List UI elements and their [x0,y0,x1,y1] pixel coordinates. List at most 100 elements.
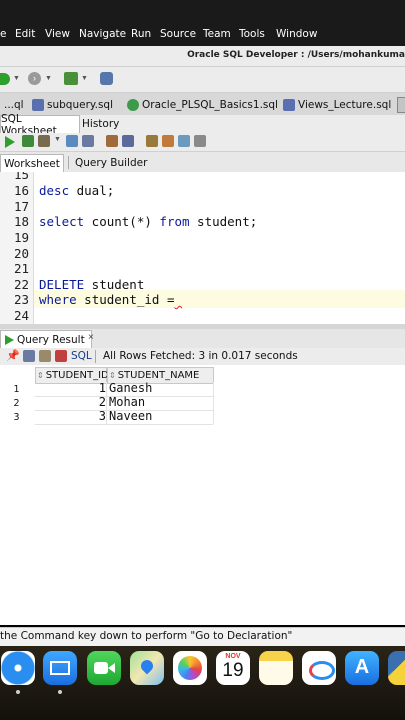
notes-icon[interactable] [259,651,293,685]
row-number: 2 [13,398,20,409]
app-store-a-icon: A [354,656,370,678]
calendar-icon[interactable]: NOV 19 [216,651,250,685]
sql-editor[interactable]: 15 16 17 18 19 20 21 22 23 24 desc dual;… [0,172,405,324]
row-number: 1 [13,384,20,395]
run-statement-icon[interactable] [5,136,15,148]
dropdown-arrow-icon[interactable]: ▼ [13,75,20,82]
tab-history[interactable]: History [82,115,119,132]
status-message: the Command key down to perform "Go to D… [0,630,293,642]
pin-icon[interactable]: 📌 [6,349,20,362]
freeform-icon[interactable] [302,651,336,685]
dropdown-arrow-icon[interactable]: ▼ [45,75,52,82]
run-script-icon[interactable] [22,135,34,147]
menu-window[interactable]: Window [276,28,317,40]
code-text: student_id = [76,292,175,307]
dock-running-indicator [16,690,20,694]
file-tab-subquery[interactable]: subquery.sql [32,96,113,114]
tab-sql-worksheet[interactable]: SQL Worksheet [0,113,80,137]
maps-icon[interactable] [130,651,164,685]
file-tab-overflow-icon[interactable] [397,97,405,113]
dock-running-indicator [58,690,62,694]
toolbar-separator [95,350,96,363]
menu-edit[interactable]: Edit [15,28,35,40]
tab-query-builder[interactable]: Query Builder [68,154,147,171]
sql-keyword: desc [39,183,70,198]
code-text: count(*) [84,214,160,229]
format-icon[interactable] [194,135,206,147]
explain-plan-icon[interactable] [66,135,78,147]
print-icon[interactable] [23,350,35,362]
tab-worksheet[interactable]: Worksheet [0,154,64,172]
tab-label: History [82,117,120,130]
sql-tuning-icon[interactable] [82,135,94,147]
back-navigation-icon[interactable]: › [28,72,41,85]
sql-history-icon[interactable] [178,135,190,147]
menu-view[interactable]: View [45,28,70,40]
menu-navigate[interactable]: Navigate [79,28,126,40]
cell-student-name[interactable]: Mohan [109,395,145,409]
code-line-22[interactable]: DELETE student [39,277,144,292]
location-arrow-icon [138,657,156,675]
facetime-icon[interactable] [87,651,121,685]
close-tab-icon[interactable]: × [88,332,94,343]
line-number: 16 [13,183,29,198]
sql-file-icon [127,99,139,111]
code-line-18[interactable]: select count(*) from student; [39,214,257,229]
export-icon[interactable] [39,350,51,362]
line-number: 23 [13,292,29,307]
tab-query-result[interactable]: Query Result [0,330,92,348]
code-text: dual; [69,183,115,198]
mail-icon[interactable] [43,651,77,685]
new-icon[interactable] [0,73,10,85]
menu-source[interactable]: Source [160,28,196,40]
file-tab-label: subquery.sql [47,99,113,111]
safari-icon[interactable] [1,651,35,685]
flower-icon [178,656,202,680]
calendar-month: NOV [225,653,241,660]
menu-item-cut[interactable]: e [0,28,6,40]
debug-icon[interactable] [100,72,113,85]
file-tab-label: Views_Lecture.sql [298,99,392,111]
window-title: Oracle SQL Developer : /Users/mohankuma [187,50,405,60]
tab-label: Worksheet [4,157,60,170]
autotrace-icon[interactable] [38,135,50,147]
python-icon[interactable] [388,651,405,685]
cell-student-name[interactable]: Naveen [109,409,152,423]
menu-tools[interactable]: Tools [239,28,265,40]
commit-icon[interactable] [106,135,118,147]
cell-student-id[interactable]: 1 [99,381,106,395]
sql-keyword: DELETE [39,277,85,292]
cell-student-id[interactable]: 3 [99,409,106,423]
line-number: 20 [13,246,29,261]
unshared-sql-icon[interactable] [146,135,158,147]
menu-run[interactable]: Run [131,28,151,40]
cell-student-id[interactable]: 2 [99,395,106,409]
dropdown-arrow-icon[interactable]: ▼ [54,136,61,143]
connections-icon[interactable] [64,72,78,85]
grid-column-divider [213,382,214,424]
results-grid[interactable]: ⇕ STUDENT_ID ⇕ STUDENT_NAME 1 1 Ganesh 2… [0,365,405,625]
dropdown-arrow-icon[interactable]: ▼ [81,75,88,82]
sql-button[interactable]: SQL [71,350,92,362]
cell-student-name[interactable]: Ganesh [109,381,152,395]
file-tab-label: Oracle_PLSQL_Basics1.sql [142,99,278,111]
row-number: 3 [13,412,20,423]
code-text: student [84,277,145,292]
worksheet-tabs: SQL Worksheet History [0,113,405,137]
column-header-label: STUDENT_ID [45,370,109,381]
file-tab-views-lecture[interactable]: Views_Lecture.sql [283,96,391,114]
tab-separator [68,156,69,169]
photos-icon[interactable] [173,651,207,685]
clear-icon[interactable] [162,135,174,147]
file-tab-plsql-basics[interactable]: Oracle_PLSQL_Basics1.sql [127,96,278,114]
line-number: 22 [13,277,29,292]
rollback-icon[interactable] [122,135,134,147]
refresh-icon[interactable] [55,350,67,362]
code-line-16[interactable]: desc dual; [39,183,114,198]
menu-team[interactable]: Team [203,28,231,40]
app-store-icon[interactable]: A [345,651,379,685]
code-line-23[interactable]: where student_id = [39,292,182,307]
calendar-day: 19 [222,660,244,681]
camera-icon [94,662,108,674]
file-tab-partial[interactable]: ...ql [4,96,24,114]
